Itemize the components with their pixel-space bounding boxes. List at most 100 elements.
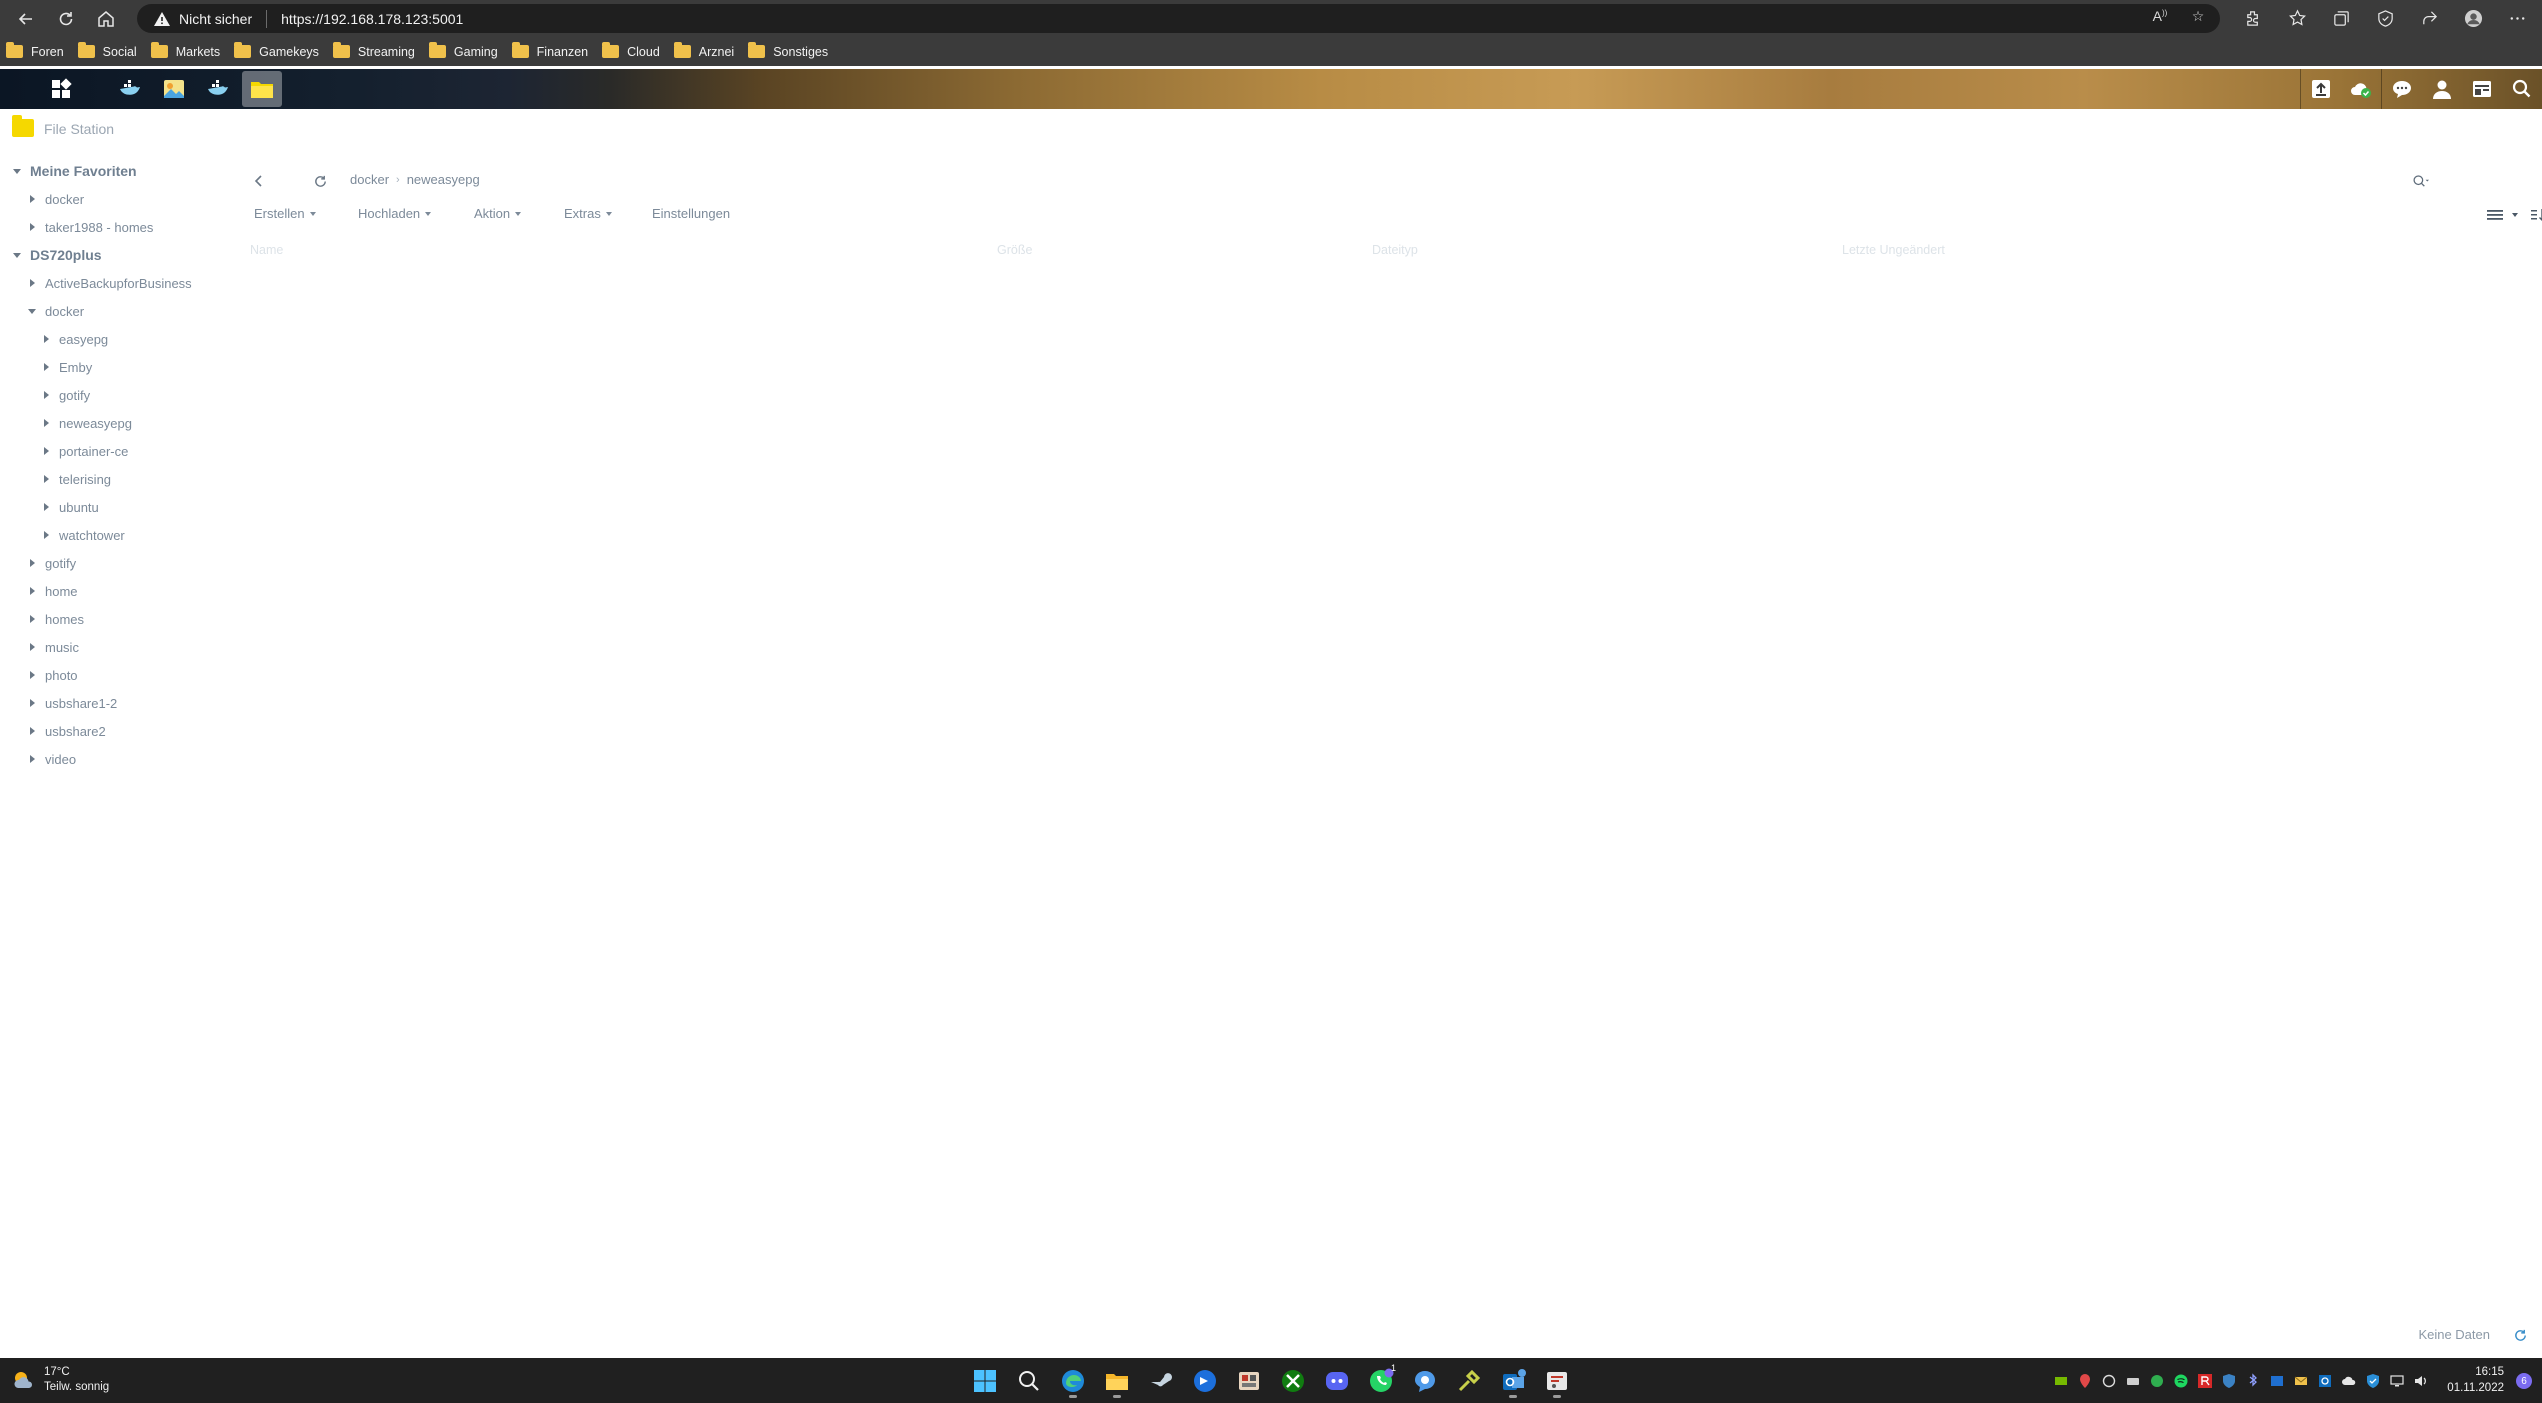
- tool-app-button[interactable]: [1452, 1362, 1486, 1399]
- circle-tray-icon[interactable]: [2100, 1373, 2117, 1390]
- bluetooth-tray-icon[interactable]: [2244, 1373, 2261, 1390]
- tree-item[interactable]: easyepg: [41, 326, 108, 352]
- bookmark-folder[interactable]: Gamekeys: [234, 41, 319, 63]
- taskbar-search-button[interactable]: [1012, 1362, 1046, 1399]
- caret-right-icon[interactable]: [41, 446, 51, 456]
- sort-button[interactable]: [2526, 203, 2542, 227]
- caret-down-icon[interactable]: [27, 306, 37, 316]
- bookmark-folder[interactable]: Arznei: [673, 41, 734, 63]
- discord-app-button[interactable]: [1320, 1362, 1354, 1399]
- whatsapp-app-button[interactable]: 1: [1364, 1362, 1398, 1399]
- snipping-app-button[interactable]: [1540, 1362, 1574, 1399]
- back-arrow-icon[interactable]: [12, 5, 40, 33]
- address-bar[interactable]: Nicht sicher https://192.168.178.123:500…: [137, 4, 2220, 33]
- main-menu-icon[interactable]: [28, 70, 94, 108]
- taskbar-clock[interactable]: 16:15 01.11.2022: [2447, 1364, 2504, 1396]
- extras-button[interactable]: Extras: [564, 206, 612, 221]
- tree-item[interactable]: video: [27, 746, 76, 772]
- column-type[interactable]: Dateityp: [1372, 243, 1418, 257]
- notification-badge[interactable]: 6: [2516, 1373, 2532, 1389]
- container-manager-app-icon-2[interactable]: [198, 71, 238, 107]
- tree-item[interactable]: watchtower: [41, 522, 125, 548]
- tree-item[interactable]: usbshare1-2: [27, 690, 117, 716]
- caret-right-icon[interactable]: [27, 558, 37, 568]
- tree-item[interactable]: docker: [27, 298, 84, 324]
- extensions-icon[interactable]: [2238, 4, 2268, 32]
- network-tray-icon[interactable]: [2388, 1373, 2405, 1390]
- tree-item[interactable]: portainer-ce: [41, 438, 128, 464]
- photos-app-button[interactable]: [1232, 1362, 1266, 1399]
- drive-tray-icon[interactable]: [2124, 1373, 2141, 1390]
- bookmark-folder[interactable]: Sonstiges: [748, 41, 828, 63]
- tree-item[interactable]: Emby: [41, 354, 92, 380]
- security-warning[interactable]: Nicht sicher: [153, 11, 252, 27]
- breadcrumb-item[interactable]: docker: [350, 172, 389, 187]
- caret-right-icon[interactable]: [27, 614, 37, 624]
- caret-right-icon[interactable]: [27, 586, 37, 596]
- home-icon[interactable]: [92, 5, 120, 33]
- tree-item[interactable]: taker1988 - homes: [27, 214, 153, 240]
- upload-queue-icon[interactable]: [2301, 69, 2341, 109]
- photo-station-app-icon[interactable]: [154, 71, 194, 107]
- back-button[interactable]: [247, 169, 271, 193]
- url-text[interactable]: https://192.168.178.123:5001: [281, 11, 463, 27]
- tree-item[interactable]: telerising: [41, 466, 111, 492]
- container-manager-app-icon[interactable]: [110, 71, 150, 107]
- caret-right-icon[interactable]: [27, 222, 37, 232]
- caret-right-icon[interactable]: [27, 754, 37, 764]
- weather-widget[interactable]: 17°C Teilw. sonnig: [10, 1365, 109, 1395]
- bookmark-folder[interactable]: Foren: [6, 41, 64, 63]
- file-station-app-icon[interactable]: [242, 71, 282, 107]
- location-tray-icon[interactable]: [2076, 1373, 2093, 1390]
- outlook-app-button[interactable]: [1496, 1362, 1530, 1399]
- widgets-icon[interactable]: [2462, 69, 2502, 109]
- more-menu-icon[interactable]: [2502, 4, 2532, 32]
- tree-root-ds720plus[interactable]: DS720plus: [12, 242, 102, 268]
- caret-right-icon[interactable]: [27, 698, 37, 708]
- caret-right-icon[interactable]: [41, 390, 51, 400]
- tree-item[interactable]: home: [27, 578, 78, 604]
- r-app-tray-icon[interactable]: [2196, 1373, 2213, 1390]
- breadcrumb-item[interactable]: neweasyepg: [407, 172, 480, 187]
- tree-item[interactable]: gotify: [27, 550, 76, 576]
- tree-item[interactable]: ubuntu: [41, 494, 99, 520]
- xbox-app-button[interactable]: [1276, 1362, 1310, 1399]
- onedrive-tray-icon[interactable]: [2340, 1373, 2357, 1390]
- caret-right-icon[interactable]: [41, 334, 51, 344]
- tree-item[interactable]: usbshare2: [27, 718, 106, 744]
- bookmark-folder[interactable]: Cloud: [602, 41, 660, 63]
- column-name[interactable]: Name: [250, 243, 283, 257]
- read-aloud-icon[interactable]: A)): [2150, 8, 2170, 25]
- caret-right-icon[interactable]: [27, 194, 37, 204]
- user-icon[interactable]: [2422, 69, 2462, 109]
- share-icon[interactable]: [2414, 4, 2444, 32]
- caret-right-icon[interactable]: [41, 474, 51, 484]
- mail-tray-icon[interactable]: [2292, 1373, 2309, 1390]
- tree-item[interactable]: ActiveBackupforBusiness: [27, 270, 192, 296]
- bookmark-folder[interactable]: Social: [77, 41, 137, 63]
- cloud-sync-icon[interactable]: [2341, 69, 2381, 109]
- upload-button[interactable]: Hochladen: [358, 206, 432, 221]
- search-icon[interactable]: [2502, 69, 2542, 109]
- create-button[interactable]: Erstellen: [254, 206, 316, 221]
- caret-right-icon[interactable]: [41, 502, 51, 512]
- caret-right-icon[interactable]: [41, 530, 51, 540]
- bookmark-folder[interactable]: Markets: [150, 41, 220, 63]
- collections-icon[interactable]: [2326, 4, 2356, 32]
- favorites-icon[interactable]: [2282, 4, 2312, 32]
- caret-right-icon[interactable]: [41, 418, 51, 428]
- volume-tray-icon[interactable]: [2412, 1373, 2429, 1390]
- reload-icon[interactable]: [52, 5, 80, 33]
- nvidia-tray-icon[interactable]: [2052, 1373, 2069, 1390]
- tree-item[interactable]: homes: [27, 606, 84, 632]
- column-size[interactable]: Größe: [997, 243, 1032, 257]
- settings-button[interactable]: Einstellungen: [652, 206, 730, 221]
- bookmark-folder[interactable]: Finanzen: [511, 41, 588, 63]
- caret-right-icon[interactable]: [27, 278, 37, 288]
- caret-right-icon[interactable]: [41, 362, 51, 372]
- messenger-app-button[interactable]: [1408, 1362, 1442, 1399]
- view-mode-button[interactable]: [2486, 203, 2530, 227]
- steam-app-button[interactable]: [1144, 1362, 1178, 1399]
- start-button[interactable]: [968, 1362, 1002, 1399]
- remote-app-button[interactable]: [1188, 1362, 1222, 1399]
